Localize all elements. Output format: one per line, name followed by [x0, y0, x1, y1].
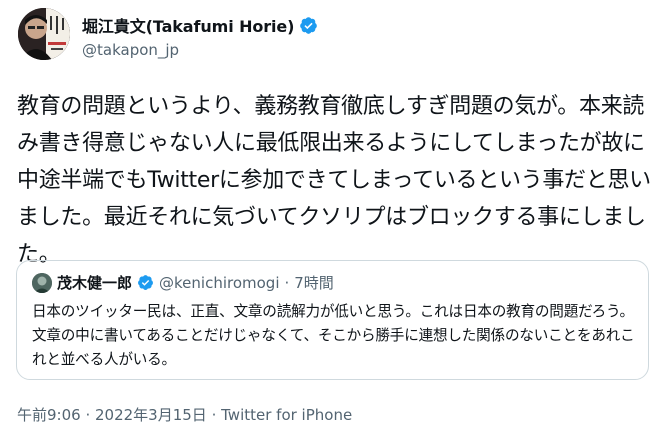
quoted-tweet-header: 茂木健一郎 @kenichiromogi · 7時間 [32, 272, 334, 293]
quoted-tweet[interactable]: 茂木健一郎 @kenichiromogi · 7時間 日本のツイッター民は、正直… [16, 260, 649, 380]
tweet-source[interactable]: Twitter for iPhone [221, 406, 352, 424]
quoted-timestamp: 7時間 [294, 274, 334, 292]
quoted-author-name: 茂木健一郎 [57, 274, 133, 292]
author-handle[interactable]: @takapon_jp [82, 41, 318, 59]
tweet-meta: 午前9:06 · 2022年3月15日 · Twitter for iPhone [17, 404, 352, 425]
quoted-separator: · [284, 273, 290, 292]
author-name-row: 堀江貴文(Takafumi Horie) [82, 14, 318, 36]
quoted-tweet-text: 日本のツイッター民は、正直、文章の読解力が低いと思う。これは日本の教育の問題だろ… [32, 303, 635, 368]
meta-separator: · [206, 406, 222, 424]
author-name[interactable]: 堀江貴文(Takafumi Horie) [82, 13, 295, 37]
author-avatar[interactable] [18, 8, 70, 60]
author-block: 堀江貴文(Takafumi Horie) @takapon_jp [82, 14, 318, 59]
quoted-author-avatar [32, 272, 52, 293]
quoted-verified-badge-icon [137, 274, 154, 291]
tweet-date[interactable]: 2022年3月15日 [95, 406, 207, 424]
meta-separator: · [80, 406, 95, 424]
verified-badge-icon [299, 16, 318, 35]
quoted-author-handle: @kenichiromogi [159, 273, 280, 292]
tweet-text: 教育の問題というより、義務教育徹底しすぎ問題の気が。本来読み書き得意じゃない人に… [17, 94, 651, 267]
tweet-time[interactable]: 午前9:06 [17, 406, 81, 424]
